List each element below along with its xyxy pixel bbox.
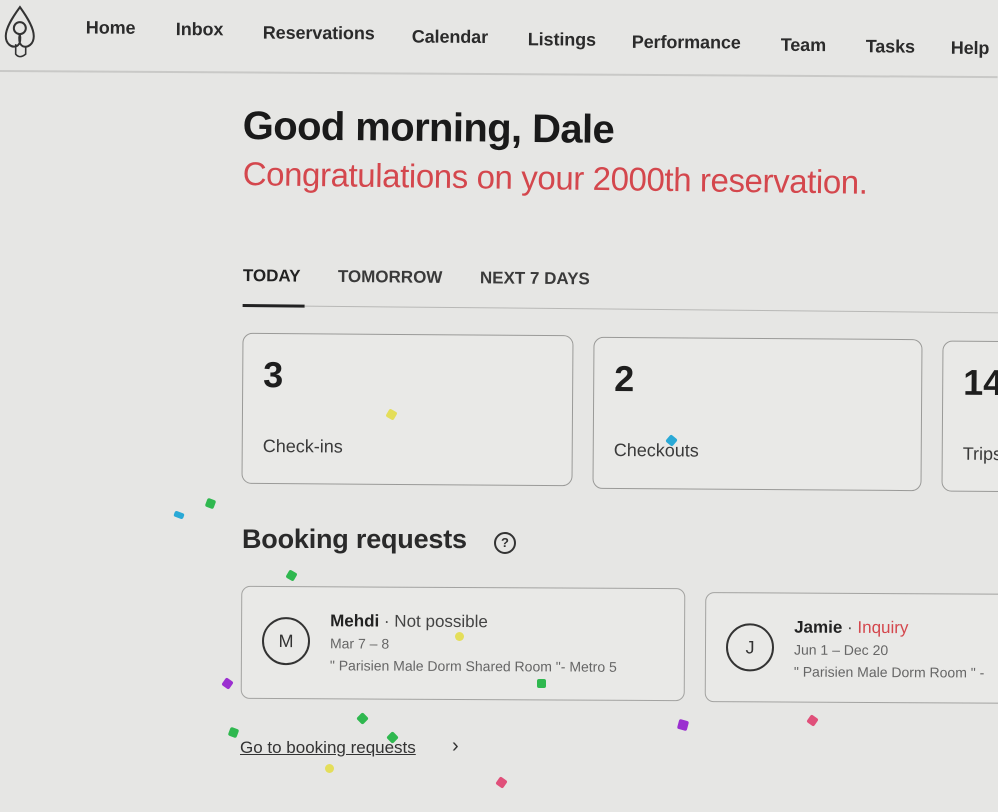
- tab-next-7-days[interactable]: NEXT 7 DAYS: [480, 268, 590, 289]
- tab-today[interactable]: TODAY: [243, 266, 301, 287]
- separator: ·: [379, 611, 395, 631]
- trips-label: Trips: [962, 443, 998, 465]
- guest-name: Mehdi: [330, 611, 380, 631]
- airbnb-logo-icon[interactable]: [2, 4, 38, 60]
- confetti-piece: [356, 712, 369, 725]
- confetti-piece: [227, 726, 240, 739]
- trips-count: 14: [963, 361, 998, 404]
- nav-performance[interactable]: Performance: [632, 32, 741, 54]
- confetti-piece: [455, 632, 464, 641]
- confetti-piece: [173, 510, 185, 520]
- day-tabs: TODAY TOMORROW NEXT 7 DAYS: [242, 266, 998, 323]
- avatar: J: [725, 623, 775, 672]
- tab-tomorrow[interactable]: TOMORROW: [338, 267, 443, 288]
- check-ins-count: 3: [263, 353, 284, 396]
- request-dates: Jun 1 – Dec 20: [793, 641, 889, 659]
- confetti-piece: [325, 764, 334, 773]
- stat-card-checkouts[interactable]: 2 Checkouts: [592, 336, 923, 492]
- request-title: Mehdi · Not possible: [330, 611, 488, 632]
- check-ins-label: Check-ins: [262, 435, 343, 457]
- stat-card-trips[interactable]: 14 Trips: [941, 340, 998, 493]
- nav-tasks[interactable]: Tasks: [866, 36, 915, 57]
- nav-reservations[interactable]: Reservations: [263, 23, 375, 45]
- request-status: Not possible: [394, 611, 488, 632]
- booking-requests-heading: Booking requests: [242, 524, 467, 554]
- request-status: Inquiry: [857, 617, 909, 638]
- confetti-piece: [676, 718, 690, 732]
- active-tab-indicator: [242, 303, 305, 308]
- nav-inbox[interactable]: Inbox: [176, 19, 224, 40]
- confetti-piece: [221, 677, 234, 690]
- confetti-piece: [204, 497, 217, 510]
- confetti-piece: [806, 714, 819, 727]
- stat-card-check-ins[interactable]: 3 Check-ins: [241, 332, 574, 487]
- checkouts-count: 2: [614, 357, 635, 400]
- booking-request-card[interactable]: J Jamie · Inquiry Jun 1 – Dec 20 " Paris…: [704, 592, 998, 704]
- top-navigation: Home Inbox Reservations Calendar Listing…: [0, 0, 998, 79]
- tabs-divider: [304, 305, 998, 314]
- confetti-piece: [537, 679, 546, 688]
- separator: ·: [842, 617, 858, 637]
- booking-request-card[interactable]: M Mehdi · Not possible Mar 7 – 8 " Paris…: [240, 585, 686, 702]
- chevron-right-icon[interactable]: ›: [452, 735, 459, 758]
- help-circle-icon[interactable]: ?: [494, 532, 516, 554]
- nav-calendar[interactable]: Calendar: [412, 27, 488, 48]
- guest-name: Jamie: [794, 617, 843, 637]
- request-title: Jamie · Inquiry: [794, 618, 908, 639]
- request-dates: Mar 7 – 8: [329, 635, 390, 652]
- nav-help[interactable]: Help: [951, 38, 990, 59]
- nav-home[interactable]: Home: [86, 18, 136, 39]
- checkouts-label: Checkouts: [613, 439, 699, 461]
- avatar: M: [261, 616, 311, 666]
- nav-listings[interactable]: Listings: [528, 29, 596, 50]
- confetti-piece: [495, 776, 508, 789]
- congratulations-message: Congratulations on your 2000th reservati…: [242, 155, 868, 201]
- request-listing: " Parisien Male Dorm Shared Room "- Metr…: [329, 657, 617, 675]
- page-title: Good morning, Dale: [242, 104, 615, 152]
- request-listing: " Parisien Male Dorm Room " -: [793, 663, 985, 681]
- confetti-piece: [285, 569, 298, 582]
- nav-team[interactable]: Team: [781, 35, 826, 56]
